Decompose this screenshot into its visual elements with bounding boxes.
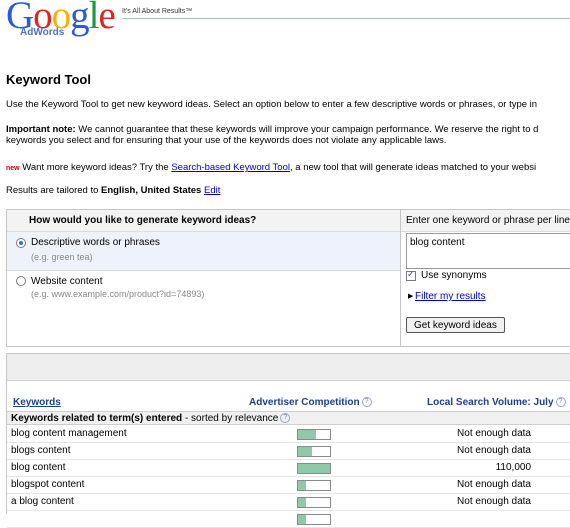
results-table: Keywords Advertiser Competition? Local S… (6, 353, 570, 528)
tagline: It's All About Results™ (122, 8, 193, 15)
header-divider (122, 18, 570, 19)
competition-bar (297, 480, 331, 491)
help-icon[interactable]: ? (361, 397, 372, 408)
logo-subtitle: AdWords (20, 27, 65, 38)
competition-bar (297, 429, 331, 440)
keyword-value: blog content (410, 237, 465, 248)
note-line2: keywords you select and for ensuring tha… (6, 135, 447, 146)
intro-text: Use the Keyword Tool to get new keyword … (6, 99, 538, 110)
radio-descriptive-words[interactable] (16, 238, 26, 248)
column-header-competition[interactable]: Advertiser Competition? (249, 397, 372, 408)
search-based-keyword-tool-link[interactable]: Search-based Keyword Tool (171, 162, 290, 173)
keyword-cell[interactable]: blogspot content (11, 479, 84, 490)
keyword-cell[interactable]: blogs content (11, 445, 71, 456)
help-icon[interactable]: ? (555, 397, 566, 408)
keyword-cell[interactable]: blog content management (11, 428, 127, 439)
keyword-idea-panel: How would you like to generate keyword i… (6, 209, 570, 347)
panel-header: How would you like to generate keyword i… (7, 210, 570, 232)
competition-bar-fill (298, 430, 316, 439)
competition-bar-fill (298, 447, 312, 456)
keyword-cell[interactable]: a blog content (11, 496, 74, 507)
results-prefix: Results are tailored to (6, 185, 102, 196)
section-title: Keywords related to term(s) entered (11, 413, 183, 424)
competition-bar-fill (298, 498, 306, 507)
column-header-keywords[interactable]: Keywords (13, 397, 61, 408)
table-row: blog content management Not enough data (7, 426, 570, 443)
note-label: Important note: (6, 124, 76, 135)
competition-bar (297, 497, 331, 508)
competition-label: Advertiser Competition (249, 397, 360, 408)
competition-bar (297, 463, 331, 474)
column-header-volume[interactable]: Local Search Volume: July? (427, 397, 566, 408)
new-suffix: , a new tool that will generate ideas ma… (290, 162, 537, 173)
competition-bar (297, 514, 331, 525)
get-keyword-ideas-button[interactable]: Get keyword ideas (406, 317, 505, 333)
option-descriptive-words[interactable]: Descriptive words or phrases (e.g. green… (7, 232, 400, 271)
table-row (7, 511, 570, 528)
google-adwords-logo[interactable]: Google AdWords (6, 0, 116, 42)
volume-cell: Not enough data (457, 479, 531, 490)
volume-cell: 110,000 (495, 462, 531, 473)
filter-results-link[interactable]: Filter my results (415, 291, 486, 302)
note-line1: We cannot guarantee that these keywords … (75, 124, 539, 135)
volume-cell: Not enough data (457, 445, 531, 456)
new-badge: new (6, 165, 20, 172)
keyword-cell[interactable]: blog content (11, 462, 66, 473)
panel-divider (400, 210, 401, 346)
new-prefix: Want more keyword ideas? Try the (19, 162, 172, 173)
results-toolbar (7, 354, 570, 381)
volume-cell: Not enough data (457, 428, 531, 439)
section-header-related: Keywords related to term(s) entered - so… (7, 411, 570, 425)
competition-bar (297, 446, 331, 457)
option-website-title: Website content (31, 276, 103, 287)
generate-question: How would you like to generate keyword i… (29, 215, 257, 226)
page-title: Keyword Tool (6, 72, 91, 87)
results-locale: English, United States (101, 185, 202, 196)
important-note: Important note: We cannot guarantee that… (6, 124, 538, 146)
use-synonyms-label: Use synonyms (421, 270, 487, 281)
table-row: blog content 110,000 (7, 460, 570, 477)
option-descriptive-hint: (e.g. green tea) (31, 252, 93, 262)
use-synonyms-checkbox[interactable] (406, 269, 416, 281)
table-row: blogspot content Not enough data (7, 477, 570, 494)
enter-keyword-label: Enter one keyword or phrase per line (406, 215, 570, 226)
volume-label: Local Search Volume: July (427, 397, 554, 408)
new-tool-notice: new Want more keyword ideas? Try the Sea… (6, 162, 536, 174)
results-tailored: Results are tailored to English, United … (6, 185, 220, 196)
radio-website-content[interactable] (16, 276, 26, 286)
expand-triangle-icon[interactable]: ▶ (408, 292, 413, 300)
option-descriptive-title: Descriptive words or phrases (31, 237, 160, 248)
volume-cell: Not enough data (457, 496, 531, 507)
table-row: blogs content Not enough data (7, 443, 570, 460)
competition-bar-fill (298, 481, 306, 490)
keyword-textarea[interactable]: blog content (406, 233, 570, 269)
table-row: a blog content Not enough data (7, 494, 570, 511)
edit-locale-link[interactable]: Edit (204, 185, 220, 196)
competition-bar-fill (298, 464, 330, 473)
help-icon[interactable]: ? (280, 413, 291, 424)
competition-bar-fill (298, 515, 306, 524)
section-sort: - sorted by relevance (182, 413, 279, 424)
option-website-hint: (e.g. www.example.com/product?id=74893) (31, 289, 205, 299)
